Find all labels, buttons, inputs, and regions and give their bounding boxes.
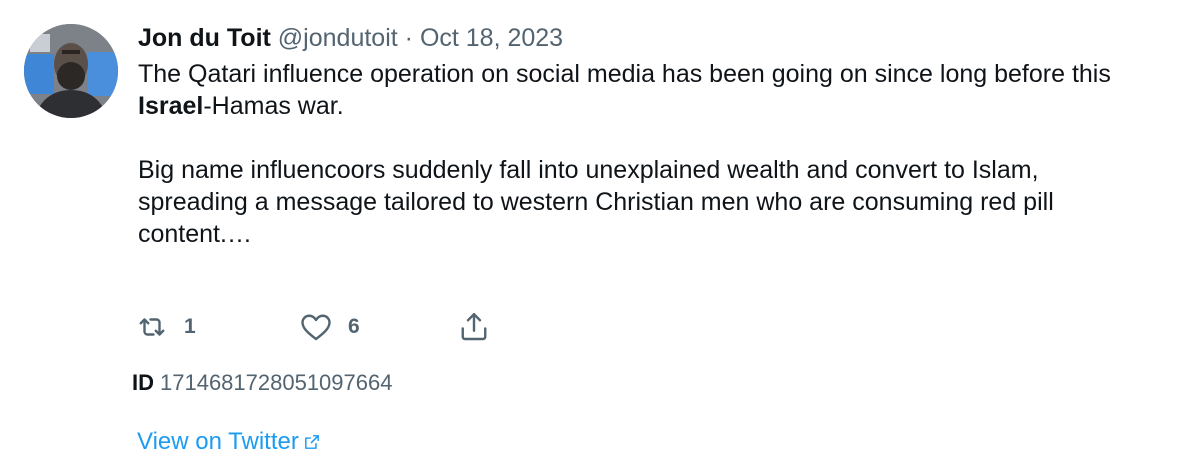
share-button[interactable] xyxy=(456,309,492,345)
tweet-text: The Qatari influence operation on social… xyxy=(138,58,1148,250)
tweet-id: ID 1714681728051097664 xyxy=(132,368,392,398)
view-on-twitter-link[interactable]: View on Twitter xyxy=(137,426,321,458)
retweet-button[interactable]: 1 xyxy=(134,309,196,345)
share-icon xyxy=(461,313,487,341)
header-separator: · xyxy=(404,24,413,52)
external-link-icon xyxy=(304,435,319,449)
like-button[interactable]: 6 xyxy=(298,309,360,345)
highlighted-keyword: Israel xyxy=(138,92,204,120)
tweet-date[interactable]: Oct 18, 2023 xyxy=(420,24,563,52)
author-name[interactable]: Jon du Toit xyxy=(138,24,271,52)
tweet-text-part: -Hamas war. xyxy=(203,92,344,120)
tweet-header: Jon du Toit @jondutoit · Oct 18, 2023 xyxy=(138,22,563,54)
tweet-id-label: ID xyxy=(132,370,154,395)
tweet-paragraph-1: The Qatari influence operation on social… xyxy=(138,58,1148,122)
view-on-twitter-label: View on Twitter xyxy=(137,428,299,455)
avatar[interactable] xyxy=(24,24,118,118)
heart-icon xyxy=(301,314,331,341)
retweet-icon xyxy=(139,318,165,336)
tweet-card: Jon du Toit @jondutoit · Oct 18, 2023 Th… xyxy=(0,0,1178,472)
like-count: 6 xyxy=(348,315,360,338)
author-handle[interactable]: @jondutoit xyxy=(278,24,398,52)
avatar-image xyxy=(24,24,118,118)
tweet-paragraph-2: Big name influencoors suddenly fall into… xyxy=(138,156,1054,248)
tweet-text-part: The Qatari influence operation on social… xyxy=(138,60,1111,88)
tweet-id-value: 1714681728051097664 xyxy=(160,370,393,395)
retweet-count: 1 xyxy=(184,315,196,338)
